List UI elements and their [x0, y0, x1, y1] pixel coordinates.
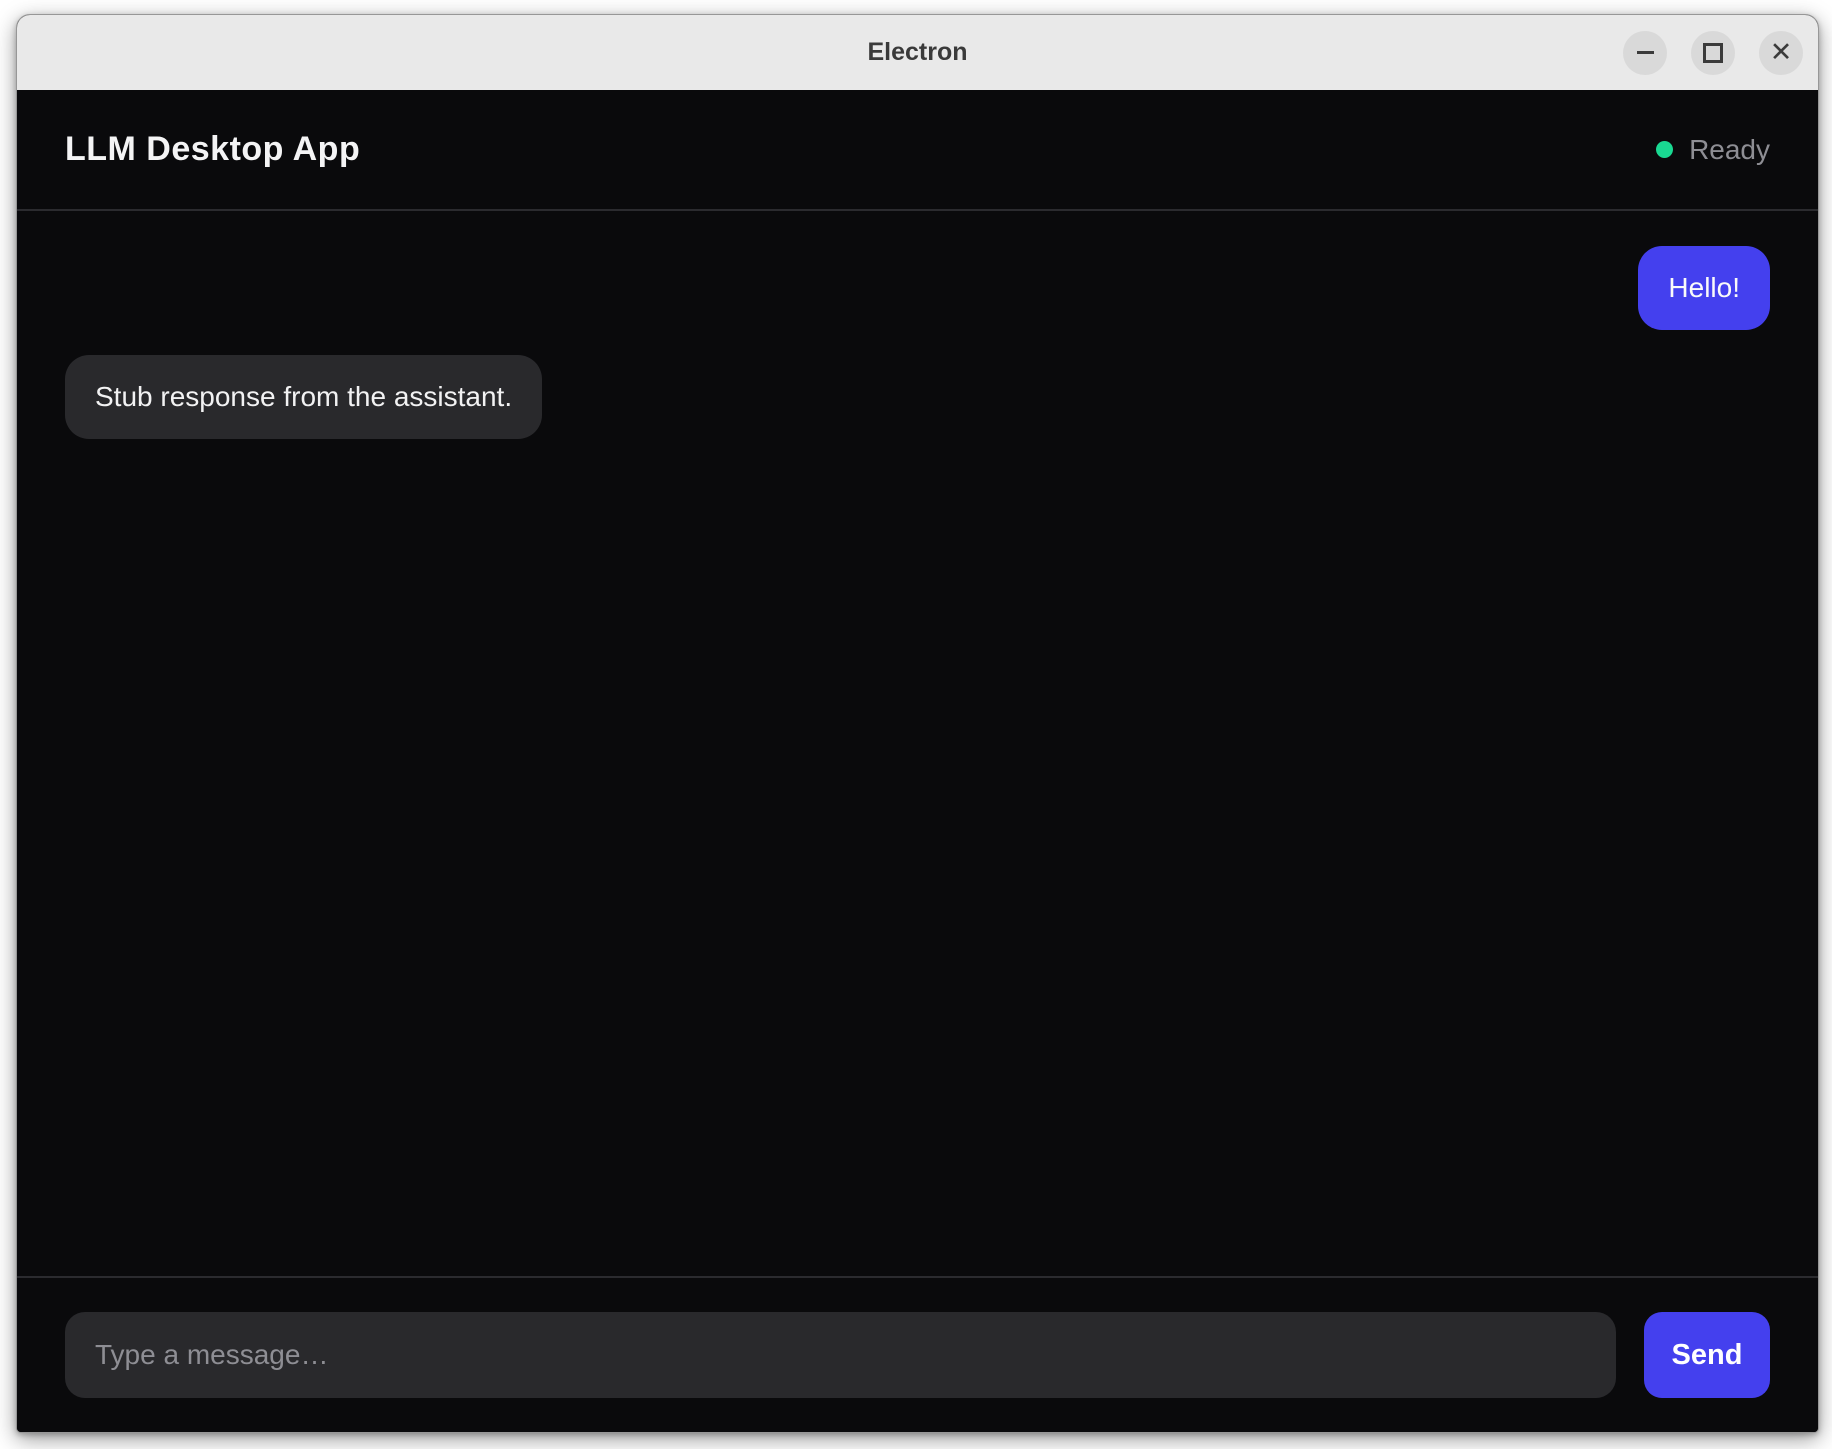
send-button[interactable]: Send: [1644, 1312, 1770, 1398]
user-message-bubble: Hello!: [1638, 246, 1770, 330]
message-input[interactable]: [65, 1312, 1616, 1398]
maximize-button[interactable]: [1691, 31, 1735, 75]
assistant-message-bubble: Stub response from the assistant.: [65, 355, 542, 439]
app-root: LLM Desktop App Ready Hello! Stub respon…: [17, 90, 1818, 1432]
close-icon: ✕: [1770, 39, 1793, 66]
status-badge: Ready: [1656, 134, 1770, 166]
window-title: Electron: [17, 38, 1818, 67]
status-label: Ready: [1689, 134, 1770, 166]
chat-message-list[interactable]: Hello! Stub response from the assistant.: [17, 211, 1818, 1276]
electron-window: Electron ✕ LLM Desktop App Ready Hello! …: [16, 14, 1819, 1433]
minimize-button[interactable]: [1623, 31, 1667, 75]
composer-bar: Send: [17, 1276, 1818, 1432]
status-dot-icon: [1656, 141, 1673, 158]
app-header: LLM Desktop App Ready: [17, 90, 1818, 211]
page-title: LLM Desktop App: [65, 130, 360, 169]
minimize-icon: [1637, 51, 1654, 54]
close-button[interactable]: ✕: [1759, 31, 1803, 75]
maximize-icon: [1703, 43, 1723, 63]
titlebar[interactable]: Electron ✕: [17, 15, 1818, 90]
